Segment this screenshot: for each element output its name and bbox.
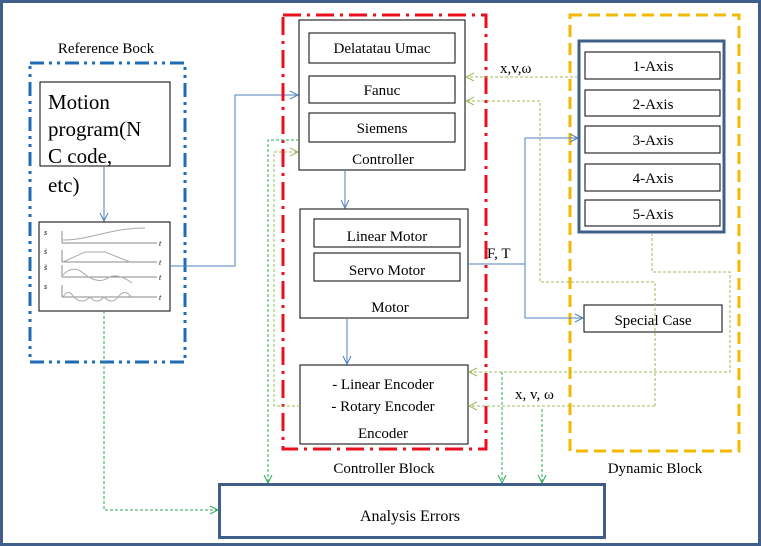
arrow-profile-to-controller <box>170 95 298 267</box>
dynamic-block-label: Dynamic Block <box>608 461 703 477</box>
axis-item: 2-Axis <box>633 97 674 113</box>
controller-item: Delatatau Umac <box>333 41 430 57</box>
feedback-bottom-label: x, v, ω <box>515 387 554 403</box>
analysis-errors-label: Analysis Errors <box>360 508 460 525</box>
graph-y-label: s⃛ <box>44 282 53 291</box>
force-torque-label: F, T <box>487 246 511 262</box>
feedback-arrow-encoder-to-controller <box>273 152 300 407</box>
encoder-item: - Linear Encoder <box>332 377 434 393</box>
error-arrow-reference <box>103 311 218 510</box>
feedback-top-label: x,v,ω <box>500 61 532 77</box>
axis-item: 5-Axis <box>633 207 674 223</box>
diagram-canvas: Reference Bock Motion program(N C code, … <box>0 0 761 546</box>
axis-item: 4-Axis <box>633 171 674 187</box>
motor-item: Servo Motor <box>349 263 425 279</box>
motion-program-line: program(N <box>48 117 141 141</box>
arrow-ft-to-special-case <box>524 264 583 318</box>
graph-y-label: s̈ <box>44 263 47 272</box>
axis-list: 1-Axis 2-Axis 3-Axis 4-Axis 5-Axis <box>584 51 721 227</box>
motion-program-line: Motion <box>48 90 110 114</box>
controller-label: Controller <box>352 152 414 168</box>
motion-profile-graph: s ṡ s̈ s⃛ t t t t <box>38 221 171 312</box>
controller-item: Fanuc <box>364 83 401 99</box>
error-paths <box>103 139 542 510</box>
axis-item: 1-Axis <box>633 59 674 75</box>
motion-program-line: etc) <box>48 173 79 197</box>
graph-y-label: s <box>44 228 47 237</box>
encoder-label: Encoder <box>358 426 408 442</box>
motion-program-line: C code, <box>48 144 112 168</box>
controller-block-label: Controller Block <box>333 461 435 477</box>
motor-label: Motor <box>371 300 409 316</box>
axis-item: 3-Axis <box>633 133 674 149</box>
special-case-label: Special Case <box>614 313 691 329</box>
diagram: Reference Bock Motion program(N C code, … <box>0 0 761 546</box>
controller-item: Siemens <box>357 121 408 137</box>
encoder-item: - Rotary Encoder <box>331 399 434 415</box>
reference-block-label: Reference Bock <box>58 41 155 57</box>
graph-y-label: ṡ <box>44 247 47 256</box>
motor-item: Linear Motor <box>347 229 427 245</box>
